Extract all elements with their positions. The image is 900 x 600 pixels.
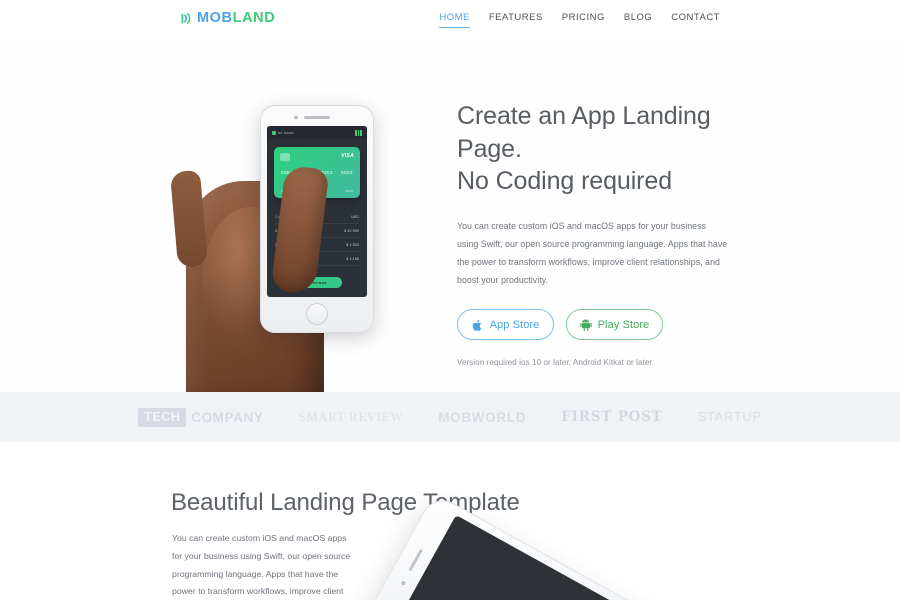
hamburger-menu-icon[interactable] — [355, 129, 362, 136]
partner-logo-text: SMART REVIEW — [298, 409, 404, 424]
app-topbar: MY BANK — [267, 126, 367, 139]
phone-speaker — [304, 116, 330, 119]
brand-logo[interactable]: MOB LAND — [180, 10, 275, 26]
app-store-label: App Store — [489, 318, 540, 331]
tilted-phone-speaker — [408, 548, 423, 572]
app-logo-icon — [272, 130, 276, 135]
card-brand-label: VISA — [341, 153, 354, 159]
version-requirement-note: Version required ios 10 or later, Androi… — [457, 358, 653, 368]
nav-item-pricing[interactable]: PRICING — [562, 12, 605, 27]
play-store-label: Play Store — [597, 318, 650, 331]
partner-logo-startup: STARTUP — [698, 410, 762, 424]
nav-item-contact[interactable]: CONTACT — [671, 12, 720, 27]
row-value: $ 32.990 — [344, 228, 359, 233]
partner-logo-smart-review: SMART REVIEW — [298, 409, 403, 425]
partner-logo-tech-company: TECH COMPANY — [138, 407, 264, 427]
signal-broadcast-icon — [180, 12, 193, 25]
row-value: USD — [351, 214, 359, 219]
partner-logo-text: MOBWORLD — [438, 409, 527, 425]
partner-logo-text: COMPANY — [191, 409, 264, 425]
finger-illustration — [169, 169, 209, 269]
nav-item-features[interactable]: FEATURES — [489, 12, 543, 27]
partner-logos-strip: TECH COMPANY SMART REVIEW MOBWORLD FIRST… — [0, 392, 900, 442]
card-digit-group: 5502 — [341, 170, 353, 175]
top-navigation-bar: MOB LAND HOME FEATURES PRICING BLOG CONTA… — [0, 0, 900, 39]
row-value: $ 1.500 — [346, 242, 359, 247]
apple-icon — [472, 319, 483, 331]
hero-description: You can create custom iOS and macOS apps… — [457, 220, 728, 286]
brand-name-first: MOB — [197, 10, 233, 26]
card-expiry-label: 09/23 — [345, 190, 353, 193]
partner-logo-mobworld: MOBWORLD — [438, 410, 526, 425]
android-icon — [579, 318, 592, 331]
nav-links: HOME FEATURES PRICING BLOG CONTACT — [439, 12, 720, 28]
app-store-button[interactable]: App Store — [457, 309, 554, 341]
feature-description: You can create custom iOS and macOS apps… — [172, 533, 351, 597]
partner-logo-first-post: FIRST POST — [561, 409, 662, 425]
row-value: $ 1.155 — [346, 256, 359, 261]
page-title: Create an App Landing Page. No Coding re… — [457, 100, 747, 198]
nav-item-home[interactable]: HOME — [439, 12, 470, 28]
partner-logo-text: FIRST POST — [561, 409, 663, 425]
hero-title-line-2: No Coding required — [457, 167, 672, 195]
app-name: MY BANK — [278, 130, 294, 135]
landing-page: MOB LAND HOME FEATURES PRICING BLOG CONTA… — [0, 0, 900, 600]
brand-name-second: LAND — [232, 10, 276, 26]
phone-home-button — [306, 303, 328, 325]
nav-item-blog[interactable]: BLOG — [624, 12, 652, 27]
card-chip-icon — [280, 153, 290, 161]
tilted-phone-camera — [400, 580, 406, 586]
hero-title-line-1: Create an App Landing Page. — [457, 102, 711, 163]
hero-hand-phone-image: MY BANK VISA 0987 5456 3301 5502 — [150, 39, 450, 411]
hero-copy: Create an App Landing Page. No Coding re… — [457, 100, 747, 367]
hero-section: MY BANK VISA 0987 5456 3301 5502 — [0, 39, 900, 411]
partner-logo-text: STARTUP — [697, 410, 762, 424]
hero-buttons: App Store Play Store — [457, 309, 747, 341]
app-logo: MY BANK — [272, 130, 294, 135]
play-store-button[interactable]: Play Store — [566, 309, 663, 341]
phone-camera — [294, 115, 298, 119]
partner-logo-badge: TECH — [138, 407, 187, 427]
